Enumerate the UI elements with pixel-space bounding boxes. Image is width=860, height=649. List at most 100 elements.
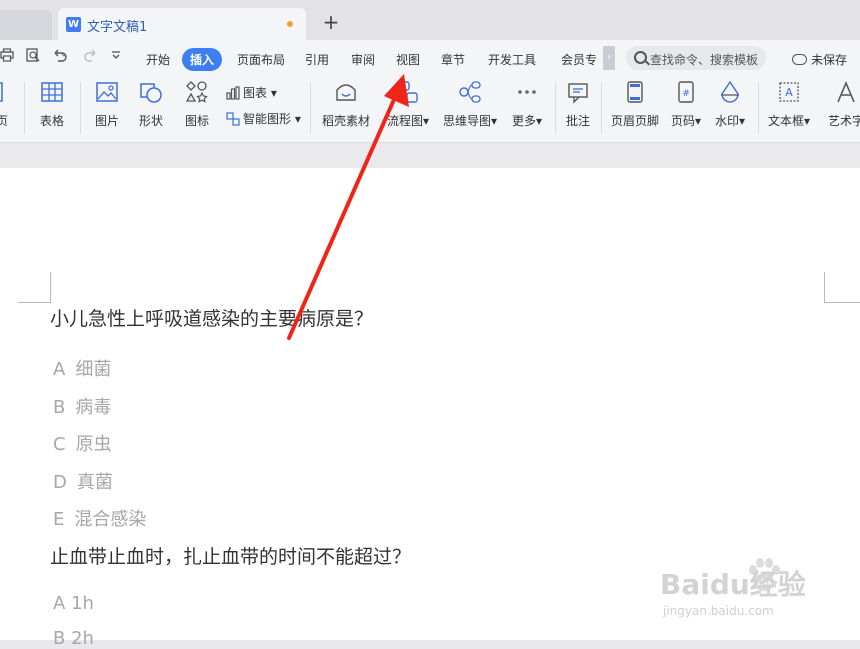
print-icon[interactable]	[0, 48, 14, 66]
q2-option-b[interactable]: B 2h	[53, 628, 94, 649]
more-label: 更多▾	[511, 114, 543, 128]
header-footer-button[interactable]: 页眉页脚	[608, 80, 662, 129]
unsaved-dot-icon	[287, 21, 293, 27]
icon-button[interactable]: 图标	[178, 80, 216, 129]
q2-option-a[interactable]: A 1h	[53, 593, 94, 614]
shape-button[interactable]: 形状	[132, 80, 170, 129]
page-number-label: 页码▾	[670, 114, 702, 128]
smart-shape-label: 智能图形	[243, 112, 292, 126]
header-footer-icon	[627, 81, 643, 103]
chart-label: 图表	[243, 86, 268, 100]
watermark-button[interactable]: 水印▾	[712, 80, 748, 129]
picture-label: 图片	[94, 114, 119, 128]
mindmap-button[interactable]: 思维导图▾	[440, 80, 500, 129]
undo-icon[interactable]	[52, 48, 70, 66]
page-number-button[interactable]: # 页码▾	[668, 80, 704, 129]
question-1[interactable]: 小儿急性上呼吸道感染的主要病原是？	[50, 304, 373, 331]
chart-icon	[226, 86, 240, 100]
menu-references[interactable]: 引用	[305, 51, 329, 68]
chart-button[interactable]: 图表 ▾	[226, 84, 277, 101]
q1-option-c[interactable]: C 原虫	[53, 430, 112, 456]
cloud-icon	[792, 54, 807, 65]
comment-label: 批注	[565, 114, 590, 128]
material-icon	[336, 84, 356, 101]
wordart-label: 艺术字	[827, 114, 860, 128]
print-preview-icon[interactable]	[26, 48, 40, 66]
ribbon-page-label: 页	[0, 114, 8, 128]
textbox-label: 文本框▾	[767, 114, 811, 128]
writer-icon: W	[66, 17, 81, 32]
ribbon-separator	[758, 82, 759, 134]
q1-option-b[interactable]: B 病毒	[53, 393, 111, 419]
icon-label: 图标	[184, 114, 209, 128]
wordart-button[interactable]: 艺术字	[824, 80, 860, 129]
icons-library-icon	[185, 81, 208, 103]
margin-corner-left	[18, 272, 51, 303]
menu-review[interactable]: 审阅	[351, 51, 375, 68]
menu-home[interactable]: 开始	[146, 51, 170, 68]
watermark-brand: Baidu经验	[660, 568, 806, 601]
wordart-icon	[837, 80, 855, 103]
baidu-watermark: du Baidu经验 jingyan.baidu.com	[660, 555, 850, 625]
svg-text:A: A	[785, 86, 793, 99]
menu-bar: 开始 插入 页面布局 引用 审阅 视图 章节 开发工具 会员专 › 查找命令、搜…	[0, 40, 860, 76]
header-footer-label: 页眉页脚	[610, 114, 659, 128]
q1-option-d[interactable]: D 真菌	[53, 468, 113, 494]
tab-document[interactable]: W 文字文稿1	[58, 8, 306, 40]
question-2[interactable]: 止血带止血时，扎止血带的时间不能超过？	[50, 542, 411, 569]
menu-scroll-right-icon[interactable]: ›	[603, 46, 615, 70]
redo-icon[interactable]	[84, 48, 98, 66]
comment-icon	[568, 83, 588, 104]
ribbon-separator	[601, 82, 602, 134]
menu-page-layout[interactable]: 页面布局	[237, 51, 285, 68]
command-search-input[interactable]: 查找命令、搜索模板	[626, 46, 766, 70]
watermark-label: 水印▾	[714, 114, 746, 128]
margin-corner-right	[824, 272, 860, 303]
table-icon	[41, 82, 63, 102]
flowchart-label: 流程图▾	[386, 114, 430, 128]
picture-icon	[96, 82, 118, 102]
ribbon-separator	[80, 82, 81, 134]
menu-chapter[interactable]: 章节	[441, 51, 465, 68]
textbox-button[interactable]: A 文本框▾	[766, 80, 812, 129]
mindmap-label: 思维导图▾	[442, 114, 498, 128]
quick-access-more-icon[interactable]	[110, 48, 122, 66]
search-placeholder: 查找命令、搜索模板	[650, 53, 759, 67]
table-label: 表格	[39, 114, 64, 128]
material-button[interactable]: 稻壳素材	[320, 80, 372, 129]
menu-member[interactable]: 会员专	[561, 51, 597, 68]
q1-option-a[interactable]: A 细菌	[53, 355, 111, 381]
svg-text:#: #	[682, 89, 690, 99]
page-icon	[0, 82, 3, 102]
menu-view[interactable]: 视图	[396, 51, 420, 68]
comment-button[interactable]: 批注	[562, 80, 594, 129]
more-dots-icon	[518, 90, 536, 94]
insert-ribbon: 页 表格 图片 形状 图标 图表 ▾ 智能图形 ▾ 稻壳素材 流程图▾ 思维导图…	[0, 76, 860, 143]
menu-developer[interactable]: 开发工具	[488, 51, 536, 68]
page-number-icon: #	[678, 81, 694, 103]
smart-shape-icon	[226, 112, 240, 126]
material-label: 稻壳素材	[321, 114, 370, 128]
ribbon-page-button[interactable]: 页	[0, 80, 10, 129]
flowchart-button[interactable]: 流程图▾	[384, 80, 432, 129]
tab-document-title: 文字文稿1	[87, 20, 148, 35]
q1-option-e[interactable]: E 混合感染	[53, 505, 146, 531]
ribbon-separator	[310, 82, 311, 134]
textbox-icon: A	[779, 82, 799, 102]
new-tab-button[interactable]: +	[320, 11, 342, 33]
table-button[interactable]: 表格	[33, 80, 71, 129]
tab-previous[interactable]	[0, 10, 52, 40]
tab-bar: W 文字文稿1 +	[0, 0, 860, 40]
ribbon-separator	[555, 82, 556, 134]
menu-insert[interactable]: 插入	[182, 48, 223, 71]
search-icon	[634, 51, 647, 64]
smart-shape-button[interactable]: 智能图形 ▾	[226, 110, 301, 127]
watermark-url: jingyan.baidu.com	[663, 604, 774, 618]
more-button[interactable]: 更多▾	[508, 80, 546, 129]
shape-icon	[140, 83, 162, 103]
picture-button[interactable]: 图片	[88, 80, 126, 129]
flowchart-icon	[398, 81, 418, 103]
unsaved-status[interactable]: 未保存	[792, 51, 847, 68]
watermark-icon	[721, 80, 739, 103]
mindmap-icon	[459, 81, 481, 103]
